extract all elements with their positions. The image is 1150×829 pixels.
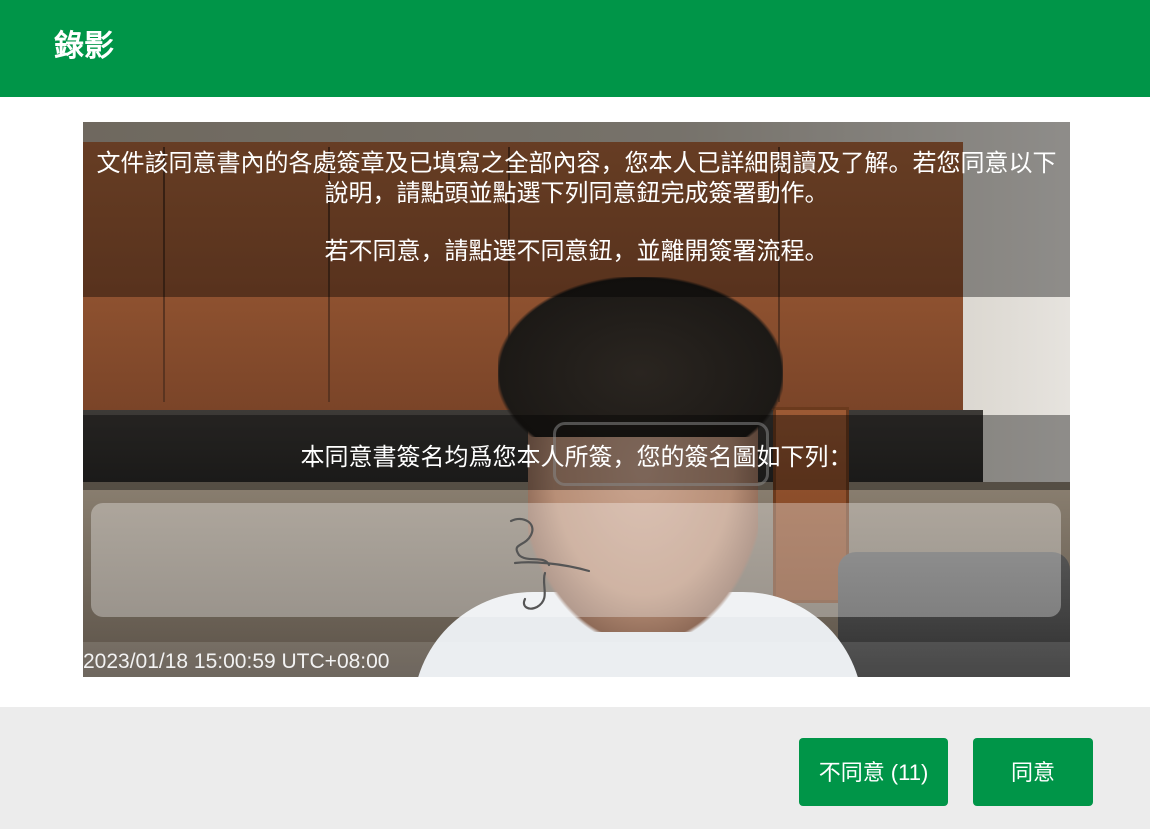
signature-caption: 本同意書簽名均爲您本人所簽，您的簽名圖如下列： xyxy=(300,443,853,471)
consent-statement: 文件該同意書內的各處簽章及已填寫之全部內容，您本人已詳細閱讀及了解。若您同意以下… xyxy=(96,149,1057,207)
signature-box xyxy=(91,503,1061,617)
signature-image xyxy=(509,517,591,610)
disagree-button[interactable]: 不同意 (11) xyxy=(799,738,948,806)
recording-timestamp: 2023/01/18 15:00:59 UTC+08:00 xyxy=(83,650,390,673)
disagree-instruction: 若不同意，請點選不同意鈕，並離開簽署流程。 xyxy=(324,237,829,265)
app-header: 錄影 xyxy=(0,0,1150,97)
page-title: 錄影 xyxy=(54,29,114,64)
agree-button[interactable]: 同意 xyxy=(973,738,1093,806)
person-hair xyxy=(498,277,783,437)
video-preview: 文件該同意書內的各處簽章及已填寫之全部內容，您本人已詳細閱讀及了解。若您同意以下… xyxy=(83,122,1070,677)
action-bar: 不同意 (11) 同意 xyxy=(0,707,1150,829)
